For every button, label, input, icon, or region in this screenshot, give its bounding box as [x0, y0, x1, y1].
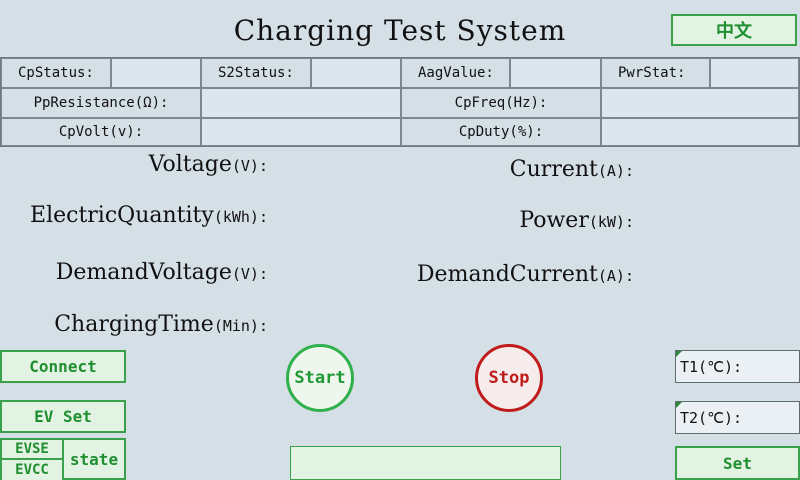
power-reading: Power(kW): [519, 208, 634, 233]
pp-resistance-label: PpResistance(Ω): [1, 88, 201, 118]
demand-current-reading: DemandCurrent(A): [417, 262, 634, 287]
state-label: state [69, 449, 119, 469]
electric-quantity-reading: ElectricQuantity(kWh): [30, 203, 268, 228]
aag-value-label: AagValue: [401, 58, 510, 88]
cp-status-label: CpStatus: [1, 58, 111, 88]
s2-status-value [311, 58, 401, 88]
status-bar [290, 446, 561, 480]
language-toggle-button[interactable]: 中文 [671, 14, 797, 46]
electric-quantity-label: ElectricQuantity [30, 203, 214, 228]
connect-button[interactable]: Connect [0, 350, 126, 383]
pwr-stat-label: PwrStat: [601, 58, 710, 88]
electric-quantity-unit: (kWh): [213, 208, 268, 226]
pp-resistance-value [201, 88, 401, 118]
demand-current-label: DemandCurrent [416, 262, 598, 287]
cp-duty-value [601, 118, 799, 146]
cp-volt-label: CpVolt(v): [1, 118, 201, 146]
cp-freq-value [601, 88, 799, 118]
voltage-label: Voltage [148, 152, 232, 177]
aag-value-value [510, 58, 601, 88]
cp-status-value [111, 58, 201, 88]
evse-button[interactable]: EVSE [2, 440, 64, 460]
voltage-unit: (V): [231, 157, 268, 175]
current-unit: (A): [597, 162, 634, 180]
status-grid: CpStatus: S2Status: AagValue: PwrStat: P… [0, 57, 800, 147]
demand-voltage-reading: DemandVoltage(V): [56, 260, 268, 285]
stop-button[interactable]: Stop [475, 344, 543, 412]
mode-selector: EVSE EVCC state [0, 438, 126, 480]
t2-temperature-box: T2(℃): [675, 401, 800, 434]
power-unit: (kW): [588, 213, 634, 231]
evcc-button[interactable]: EVCC [2, 460, 64, 480]
cp-duty-label: CpDuty(%): [401, 118, 601, 146]
current-label: Current [509, 157, 598, 182]
s2-status-label: S2Status: [201, 58, 311, 88]
charging-time-label: ChargingTime [54, 312, 214, 337]
charging-time-reading: ChargingTime(Min): [54, 312, 268, 337]
power-label: Power [519, 208, 589, 233]
t1-temperature-box: T1(℃): [675, 350, 800, 383]
demand-voltage-label: DemandVoltage [55, 260, 232, 285]
demand-current-unit: (A): [597, 267, 634, 285]
ev-set-button[interactable]: EV Set [0, 400, 126, 433]
charging-time-unit: (Min): [213, 317, 268, 335]
voltage-reading: Voltage(V): [149, 152, 268, 177]
set-button[interactable]: Set [675, 446, 800, 480]
demand-voltage-unit: (V): [231, 265, 268, 283]
pwr-stat-value [710, 58, 799, 88]
cp-volt-value [201, 118, 401, 146]
start-button[interactable]: Start [286, 344, 354, 412]
current-reading: Current(A): [510, 157, 634, 182]
cp-freq-label: CpFreq(Hz): [401, 88, 601, 118]
